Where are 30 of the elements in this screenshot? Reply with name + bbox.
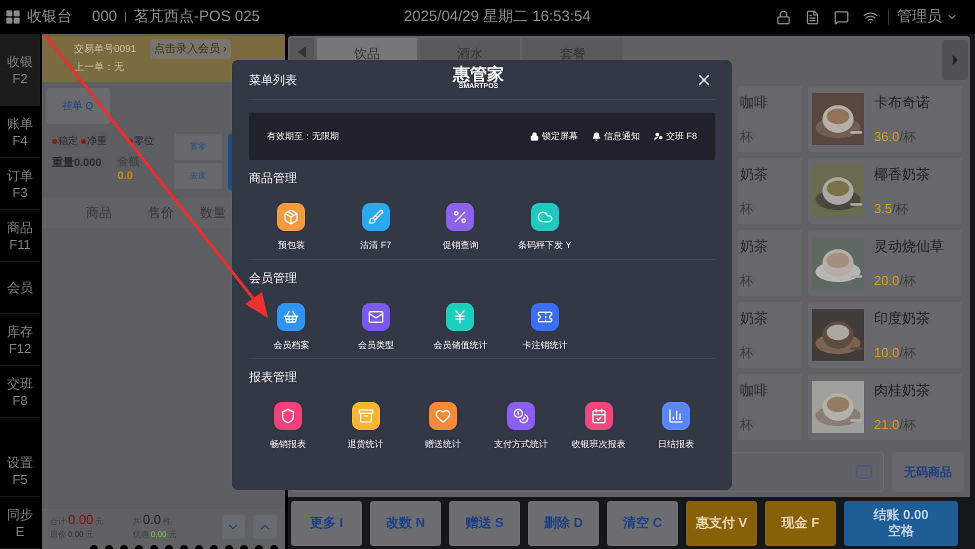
product-name: 灵动烧仙草 xyxy=(874,237,944,256)
section-title: 报表管理 xyxy=(249,369,298,386)
section-title: 商品管理 xyxy=(249,170,298,187)
section-title: 会员管理 xyxy=(249,270,298,286)
store-name: 茗芃西点-POS 025 xyxy=(134,6,260,27)
terminal-number: 000 xyxy=(92,6,118,27)
scale-status: 稳定 xyxy=(58,134,78,149)
product-name: 奶茶 xyxy=(740,165,769,184)
trade-number: 交易单号0091 xyxy=(74,42,138,57)
product-name: 卡布奇诺 xyxy=(874,93,930,112)
discount-value: 0.00 xyxy=(150,528,166,540)
logo: 惠管家 xyxy=(453,66,504,83)
last-order: 上一单：无 xyxy=(74,60,125,75)
original-value: 0.00 xyxy=(68,528,84,540)
product-name: 咖啡 xyxy=(740,93,769,112)
product-name: 奶茶 xyxy=(740,309,769,328)
dialog-title: 菜单列表 xyxy=(249,72,297,88)
amount-value: 0.0 xyxy=(118,169,134,183)
scale-status: 零位 xyxy=(134,135,154,149)
app-title: 收银台 xyxy=(27,6,72,27)
weight-reading: 重量0.000 xyxy=(52,156,102,171)
date-time: 2025/04/29 星期二 16:53:54 xyxy=(404,6,591,27)
count-value: 0.0 xyxy=(142,512,161,526)
product-name: 肉桂奶茶 xyxy=(874,381,930,400)
product-name: 椰香奶茶 xyxy=(874,165,930,184)
product-name: 印度奶茶 xyxy=(874,309,930,328)
total-value: 0.00 xyxy=(68,512,94,526)
product-name: 奶茶 xyxy=(740,237,769,256)
product-name: 咖啡 xyxy=(740,381,769,400)
validity-text: 有效期至：无限期 xyxy=(267,130,339,143)
